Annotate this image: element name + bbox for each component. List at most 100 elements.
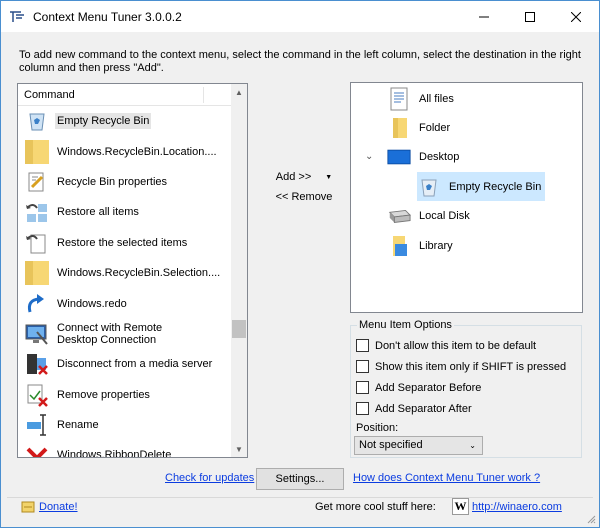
checkbox-dont-allow-default[interactable]: Don't allow this item to be default — [356, 339, 536, 352]
window-title: Context Menu Tuner 3.0.0.2 — [33, 9, 182, 24]
command-header-label: Command — [24, 89, 75, 101]
winaero-logo-icon: W — [452, 498, 469, 515]
command-item-restore-selected[interactable]: Restore the selected items — [18, 228, 233, 258]
command-list[interactable]: Command Empty Recycle Bin Windows.Recycl… — [17, 83, 248, 458]
redo-icon — [25, 292, 49, 316]
chevron-down-icon: ⌄ — [469, 441, 476, 450]
scroll-up-icon[interactable]: ▲ — [231, 84, 247, 100]
command-item-label: Windows.redo — [57, 297, 127, 310]
delete-icon — [25, 443, 49, 457]
command-item-label: Rename — [57, 419, 99, 432]
position-select[interactable]: Not specified ⌄ — [354, 436, 483, 455]
header-separator — [203, 87, 204, 103]
restore-all-icon — [25, 200, 49, 224]
folder-icon — [387, 116, 411, 140]
recycle-bin-icon — [417, 175, 441, 199]
position-select-value: Not specified — [359, 439, 423, 451]
scroll-down-icon[interactable]: ▼ — [231, 441, 247, 457]
maximize-icon — [525, 11, 535, 22]
close-button[interactable] — [553, 1, 599, 32]
command-item-rename[interactable]: Rename — [18, 410, 233, 440]
instruction-text: To add new command to the context menu, … — [19, 49, 581, 74]
command-column-header[interactable]: Command — [18, 84, 233, 106]
command-item-recyclebin-location[interactable]: Windows.RecycleBin.Location.... — [18, 136, 233, 166]
donate-link[interactable]: Donate! — [39, 501, 78, 513]
command-item-label: Empty Recycle Bin — [55, 113, 152, 130]
command-item-label: Restore all items — [57, 206, 139, 219]
tree-item-local-disk[interactable]: Local Disk — [387, 201, 470, 230]
all-files-icon — [387, 87, 411, 111]
action-panel: Add >> ▼ << Remove — [259, 167, 349, 207]
folder-icon — [25, 261, 49, 286]
minimize-button[interactable] — [461, 1, 507, 32]
app-icon — [9, 10, 25, 24]
command-item-remove-properties[interactable]: Remove properties — [18, 380, 233, 410]
tree-item-label: All files — [419, 92, 454, 105]
tree-item-label: Folder — [419, 121, 451, 134]
footer-divider — [7, 497, 593, 498]
command-item-label: Disconnect from a media server — [57, 358, 213, 371]
command-item-disconnect-media-server[interactable]: Disconnect from a media server — [18, 349, 233, 379]
chevron-down-icon[interactable]: ⌄ — [365, 151, 373, 162]
remove-button-label: << Remove — [275, 191, 333, 203]
checkbox-box[interactable] — [356, 339, 369, 352]
app-window: Context Menu Tuner 3.0.0.2 To add new co… — [0, 0, 600, 528]
maximize-button[interactable] — [507, 1, 553, 32]
command-item-redo[interactable]: Windows.redo — [18, 288, 233, 318]
checkbox-shift-only[interactable]: Show this item only if SHIFT is pressed — [356, 360, 566, 373]
how-it-works-link[interactable]: How does Context Menu Tuner work ? — [353, 472, 540, 484]
checkbox-box[interactable] — [356, 381, 369, 394]
remove-properties-icon — [25, 383, 49, 407]
minimize-icon — [479, 16, 489, 17]
command-item-label: Windows.RecycleBin.Selection.... — [57, 267, 221, 280]
rename-icon — [25, 413, 49, 437]
checkbox-box[interactable] — [356, 402, 369, 415]
menu-item-options-group: Menu Item Options Don't allow this item … — [350, 319, 582, 458]
title-bar: Context Menu Tuner 3.0.0.2 — [1, 1, 599, 32]
remove-button[interactable]: << Remove — [259, 187, 349, 207]
checkbox-box[interactable] — [356, 360, 369, 373]
resize-grip-icon[interactable] — [586, 514, 596, 524]
command-item-label: Restore the selected items — [57, 236, 188, 249]
command-list-scrollbar[interactable]: ▲ ▼ — [231, 84, 247, 457]
recycle-bin-icon — [25, 109, 49, 133]
chevron-down-icon[interactable]: ▼ — [325, 174, 332, 181]
add-button[interactable]: Add >> ▼ — [259, 167, 349, 187]
options-legend: Menu Item Options — [357, 319, 454, 331]
tree-item-desktop[interactable]: Desktop — [387, 142, 459, 171]
properties-icon — [25, 170, 49, 194]
settings-button-label: Settings... — [275, 473, 325, 485]
settings-button[interactable]: Settings... — [256, 468, 344, 490]
check-updates-link[interactable]: Check for updates — [165, 472, 254, 484]
command-item-remote-desktop[interactable]: Connect with Remote Desktop Connection — [18, 319, 233, 349]
scrollbar-thumb[interactable] — [232, 320, 246, 338]
media-server-icon — [25, 352, 49, 376]
tree-item-all-files[interactable]: All files — [387, 84, 454, 113]
local-disk-icon — [387, 204, 411, 228]
desktop-icon — [387, 145, 411, 169]
command-item-label: Connect with Remote Desktop Connection — [57, 321, 163, 346]
checkbox-separator-before[interactable]: Add Separator Before — [356, 381, 481, 394]
command-item-label: Recycle Bin properties — [57, 175, 168, 188]
restore-selected-icon — [25, 231, 49, 255]
command-item-restore-all[interactable]: Restore all items — [18, 197, 233, 227]
tree-item-label: Library — [419, 239, 453, 252]
tree-item-empty-recycle-bin[interactable]: Empty Recycle Bin — [417, 172, 546, 201]
winaero-link[interactable]: http://winaero.com — [472, 501, 562, 513]
command-item-recycle-bin-properties[interactable]: Recycle Bin properties — [18, 167, 233, 197]
donate-icon — [21, 500, 35, 514]
add-button-label: Add >> — [275, 171, 312, 183]
checkbox-separator-after[interactable]: Add Separator After — [356, 402, 472, 415]
tree-item-folder[interactable]: Folder — [387, 113, 450, 142]
folder-icon — [25, 139, 49, 164]
more-stuff-text: Get more cool stuff here: — [315, 501, 436, 513]
destination-tree[interactable]: All files Folder ⌄ Desktop Empty Recycle… — [350, 82, 583, 313]
tree-item-library[interactable]: Library — [387, 231, 453, 260]
checkbox-label: Add Separator After — [375, 402, 472, 415]
command-item-recyclebin-selection[interactable]: Windows.RecycleBin.Selection.... — [18, 258, 233, 288]
tree-item-label: Local Disk — [419, 209, 470, 222]
command-item-empty-recycle-bin[interactable]: Empty Recycle Bin — [18, 106, 233, 136]
position-label: Position: — [356, 422, 399, 434]
command-item-ribbon-delete[interactable]: Windows.RibbonDelete — [18, 440, 233, 457]
tree-item-label: Empty Recycle Bin — [449, 180, 542, 193]
